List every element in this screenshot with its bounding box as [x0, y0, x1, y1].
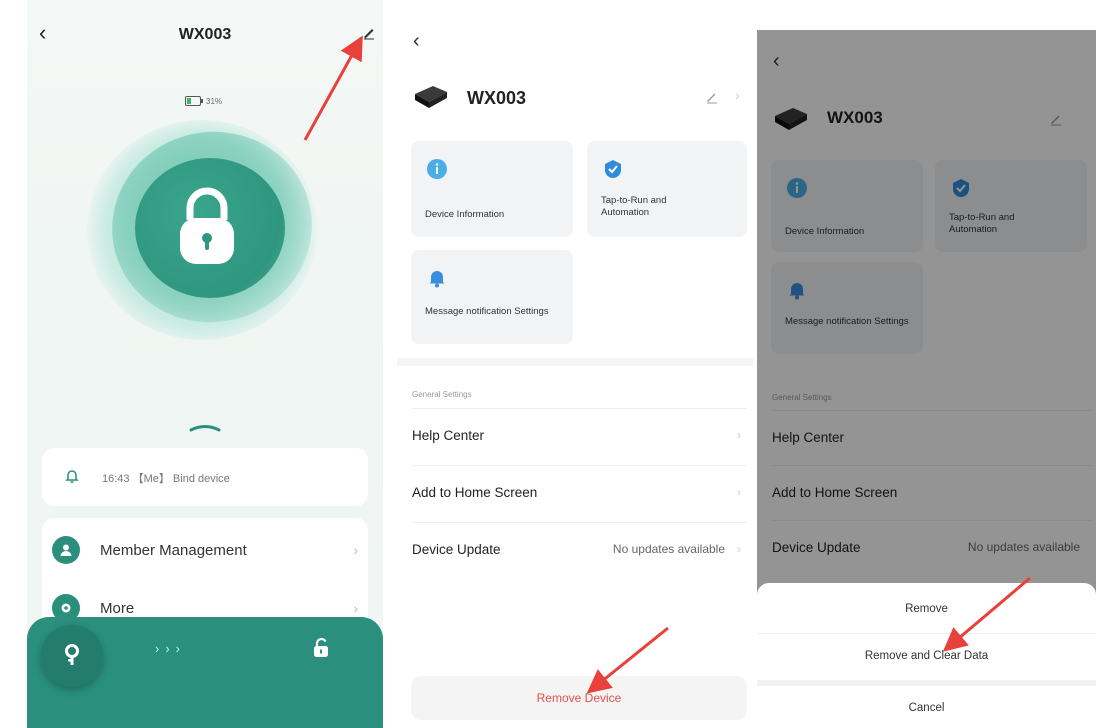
chevron-right-icon: ›	[737, 542, 741, 556]
message-notification-tile[interactable]: Message notification Settings	[411, 250, 573, 344]
help-center-row[interactable]: Help Center ›	[412, 408, 747, 461]
bell-icon	[429, 271, 445, 288]
edit-pencil-icon[interactable]	[705, 90, 719, 104]
remove-device-button[interactable]: Remove Device	[411, 676, 747, 720]
cancel-option[interactable]: Cancel	[757, 686, 1096, 728]
bell-icon	[65, 470, 79, 483]
remove-confirm-screen: ‹ WX003 Device Information Tap-to-Run an…	[757, 0, 1096, 728]
slide-arrows-icon: ›››	[155, 641, 186, 656]
add-to-home-row[interactable]: Add to Home Screen ›	[412, 465, 747, 518]
member-management-label: Member Management	[100, 541, 247, 559]
unlock-bar[interactable]: ›››	[27, 617, 383, 728]
remove-option[interactable]: Remove	[757, 587, 1096, 631]
top-margin	[757, 0, 1096, 30]
page-title: WX003	[178, 26, 232, 43]
section-title: General Settings	[412, 390, 472, 399]
tile-label: Message notification Settings	[425, 306, 549, 317]
chevron-right-icon: ›	[353, 600, 358, 616]
back-chevron-icon[interactable]: ‹	[413, 30, 420, 53]
lock-home-screen: ‹ WX003 31% 16:43 【Me】 Bind device Membe…	[27, 0, 383, 728]
edit-pencil-icon[interactable]	[361, 24, 377, 40]
drawer-handle-icon[interactable]	[27, 421, 383, 433]
chevron-right-icon[interactable]: ›	[735, 87, 740, 103]
device-name: WX003	[467, 88, 527, 108]
chevron-right-icon: ›	[737, 428, 741, 442]
person-icon	[52, 536, 80, 564]
setting-label: Add to Home Screen	[412, 484, 538, 500]
info-icon	[427, 159, 447, 179]
device-update-row[interactable]: Device Update No updates available ›	[412, 522, 747, 575]
more-label: More	[100, 599, 135, 617]
battery-icon	[185, 96, 203, 106]
member-management-row[interactable]: Member Management ›	[52, 522, 358, 578]
setting-value: No updates available	[612, 542, 725, 556]
setting-label: Help Center	[412, 427, 485, 443]
key-icon	[65, 644, 79, 665]
section-divider	[397, 358, 753, 366]
action-sheet: Remove Remove and Clear Data Cancel	[757, 583, 1096, 728]
battery-status: 31%	[185, 96, 222, 106]
lock-icon[interactable]	[172, 180, 242, 270]
key-button[interactable]	[41, 625, 103, 687]
notification-card[interactable]: 16:43 【Me】 Bind device	[42, 448, 368, 506]
remove-clear-data-option[interactable]: Remove and Clear Data	[757, 634, 1096, 678]
unlock-icon[interactable]	[312, 637, 330, 659]
tap-to-run-tile[interactable]: Tap-to-Run and Automation	[587, 141, 747, 237]
device-thumbnail-icon	[415, 86, 447, 108]
tile-label: Tap-to-Run and Automation	[601, 195, 667, 218]
notification-text: 16:43 【Me】 Bind device	[102, 473, 230, 485]
chevron-right-icon: ›	[737, 485, 741, 499]
tile-label: Device Information	[425, 209, 505, 220]
setting-label: Device Update	[412, 541, 501, 557]
battery-percent: 31%	[206, 96, 223, 106]
chevron-right-icon: ›	[353, 542, 358, 558]
device-information-tile[interactable]: Device Information	[411, 141, 573, 237]
device-settings-screen: ‹ WX003 › Device Information Tap-to-Run …	[397, 0, 753, 728]
check-shield-icon	[605, 160, 621, 178]
